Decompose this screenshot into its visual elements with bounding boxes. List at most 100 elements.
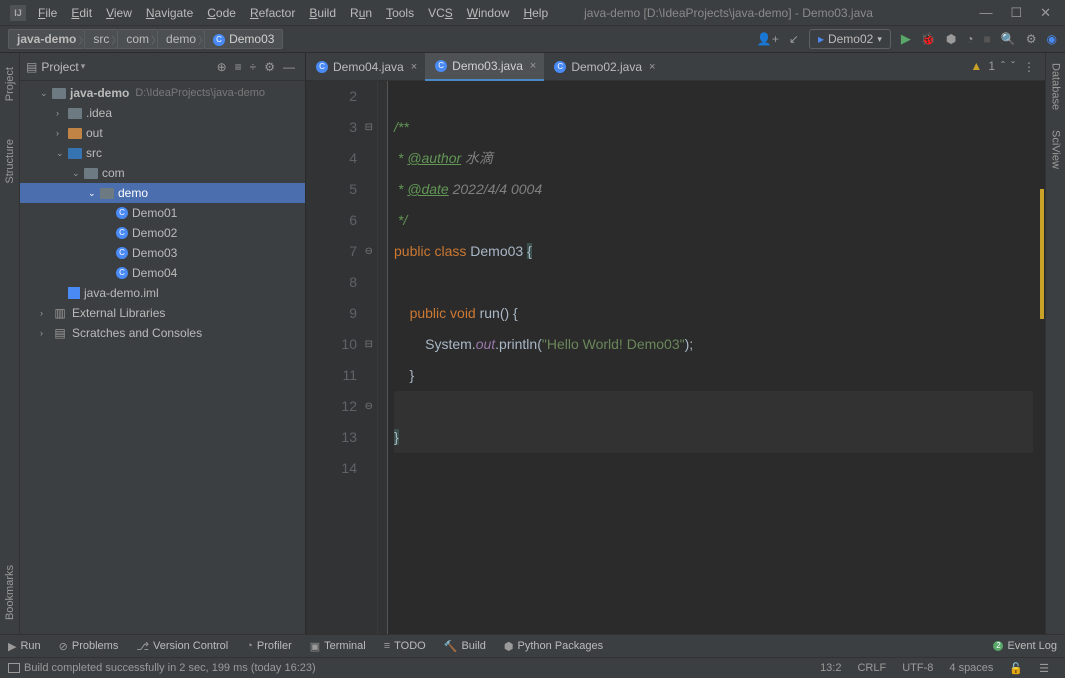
ide-update-icon[interactable]: ◉ [1047, 32, 1057, 46]
tool-problems[interactable]: ⊘Problems [59, 640, 119, 653]
toolwindow-quick-access-icon[interactable] [8, 663, 20, 673]
settings-icon[interactable]: ⚙ [1026, 32, 1037, 46]
tree-demo[interactable]: demo [20, 183, 305, 203]
close-button[interactable]: ✕ [1040, 5, 1051, 21]
menu-code[interactable]: Code [201, 4, 242, 22]
fold-handle-icon[interactable]: ⊟ [365, 329, 373, 360]
editor-tabs: CDemo04.java× CDemo03.java× CDemo02.java… [306, 53, 1045, 81]
profile-button[interactable]: ◔ [966, 32, 973, 46]
menu-help[interactable]: Help [517, 4, 554, 22]
tool-todo[interactable]: ≡TODO [384, 640, 426, 652]
breadcrumb-com[interactable]: com [117, 29, 158, 49]
tool-eventlog[interactable]: 2Event Log [993, 640, 1057, 652]
fold-handle-icon[interactable]: ⊟ [365, 112, 373, 143]
tabs-more-icon[interactable]: ⋮ [1013, 60, 1045, 74]
menu-view[interactable]: View [100, 4, 138, 22]
menu-navigate[interactable]: Navigate [140, 4, 199, 22]
add-user-icon[interactable]: 👤+ [757, 32, 779, 46]
breadcrumb-src[interactable]: src [84, 29, 118, 49]
chevron-down-icon: ▾ [877, 34, 882, 45]
menu-file[interactable]: File [32, 4, 63, 22]
close-tab-icon[interactable]: × [649, 61, 655, 73]
prev-highlight-icon[interactable]: ˆ [1001, 59, 1005, 73]
close-tab-icon[interactable]: × [530, 60, 536, 72]
editor-area: CDemo04.java× CDemo03.java× CDemo02.java… [306, 53, 1045, 634]
tool-build[interactable]: 🔨Build [444, 640, 486, 653]
line-separator[interactable]: CRLF [849, 662, 894, 674]
menu-tools[interactable]: Tools [380, 4, 420, 22]
menu-vcs[interactable]: VCS [422, 4, 459, 22]
sidebar-structure-tab[interactable]: Structure [3, 135, 17, 188]
collapse-all-icon[interactable]: ÷ [250, 60, 257, 74]
scratch-icon [52, 326, 68, 340]
menu-build[interactable]: Build [303, 4, 342, 22]
maximize-button[interactable]: ☐ [1010, 5, 1022, 21]
tree-com[interactable]: com [20, 163, 305, 183]
tree-root[interactable]: java-demoD:\IdeaProjects\java-demo [20, 83, 305, 103]
tree-file-demo04[interactable]: CDemo04 [20, 263, 305, 283]
minimize-button[interactable]: — [979, 5, 992, 21]
tool-vcs[interactable]: ⎇Version Control [136, 640, 228, 653]
tree-src[interactable]: src [20, 143, 305, 163]
sidebar-project-tab[interactable]: Project [3, 63, 17, 105]
editor-inspections[interactable]: ▲ 1 ˆ ˇ [970, 59, 1015, 73]
class-icon: C [116, 207, 128, 219]
hide-panel-icon[interactable]: — [283, 60, 295, 74]
tree-file-demo01[interactable]: CDemo01 [20, 203, 305, 223]
readonly-lock-icon[interactable]: 🔓 [1001, 662, 1031, 675]
project-tree[interactable]: java-demoD:\IdeaProjects\java-demo .idea… [20, 81, 305, 634]
coverage-button[interactable]: ⬢ [946, 32, 956, 46]
sidebar-database-tab[interactable]: Database [1049, 59, 1063, 114]
tool-profiler[interactable]: ◔Profiler [246, 640, 292, 652]
warning-marker[interactable] [1040, 189, 1044, 319]
tree-idea[interactable]: .idea [20, 103, 305, 123]
expand-all-icon[interactable]: ≡ [235, 60, 242, 74]
debug-button[interactable]: 🐞 [921, 32, 936, 46]
menu-refactor[interactable]: Refactor [244, 4, 301, 22]
ide-status-icon[interactable]: ☰ [1031, 662, 1057, 675]
breadcrumb-class[interactable]: CDemo03 [204, 29, 283, 49]
tab-demo04[interactable]: CDemo04.java× [306, 53, 425, 81]
code-content[interactable]: /** * @author 水滴 * @date 2022/4/4 0004 *… [388, 81, 1045, 634]
breadcrumb-project[interactable]: java-demo [8, 29, 85, 49]
tool-run[interactable]: ▶Run [8, 640, 41, 653]
tab-demo03[interactable]: CDemo03.java× [425, 53, 544, 81]
fold-handle-icon[interactable]: ⊖ [365, 236, 373, 267]
next-highlight-icon[interactable]: ˇ [1011, 59, 1015, 73]
run-config-selector[interactable]: ▸ Demo02 ▾ [809, 29, 891, 49]
sidebar-sciview-tab[interactable]: SciView [1049, 126, 1063, 173]
status-message: Build completed successfully in 2 sec, 1… [24, 662, 812, 674]
menu-run[interactable]: Run [344, 4, 378, 22]
package-icon [84, 168, 98, 179]
back-arrow-icon[interactable]: ↙ [789, 32, 799, 46]
line-gutter[interactable]: 2 3 4 5 6 7 8 9 10 11 12 13 14 ⊟ ⊖ ⊟ ⊖ [306, 81, 378, 634]
tree-external-libs[interactable]: External Libraries [20, 303, 305, 323]
tree-file-demo02[interactable]: CDemo02 [20, 223, 305, 243]
search-everywhere-icon[interactable]: 🔍 [1001, 32, 1016, 46]
tool-python[interactable]: ⬢Python Packages [504, 640, 603, 653]
breadcrumb-demo[interactable]: demo [157, 29, 205, 49]
tab-demo02[interactable]: CDemo02.java× [544, 53, 663, 81]
tree-scratches[interactable]: Scratches and Consoles [20, 323, 305, 343]
caret-position[interactable]: 13:2 [812, 662, 849, 674]
menu-window[interactable]: Window [461, 4, 516, 22]
tool-terminal[interactable]: ▣Terminal [310, 640, 366, 653]
close-tab-icon[interactable]: × [411, 61, 417, 73]
tree-iml[interactable]: java-demo.iml [20, 283, 305, 303]
error-stripe[interactable] [1033, 109, 1045, 634]
fold-handle-icon[interactable]: ⊖ [365, 391, 373, 422]
menu-edit[interactable]: Edit [65, 4, 98, 22]
select-opened-file-icon[interactable]: ⊕ [217, 60, 227, 74]
file-encoding[interactable]: UTF-8 [894, 662, 941, 674]
run-button[interactable]: ▶ [901, 31, 911, 47]
tree-out[interactable]: out [20, 123, 305, 143]
project-view-dropdown[interactable]: ▾ [81, 61, 86, 72]
project-settings-icon[interactable]: ⚙ [264, 60, 275, 74]
sidebar-bookmarks-tab[interactable]: Bookmarks [3, 561, 17, 624]
tree-file-demo03[interactable]: CDemo03 [20, 243, 305, 263]
code-editor[interactable]: 2 3 4 5 6 7 8 9 10 11 12 13 14 ⊟ ⊖ ⊟ ⊖ [306, 81, 1045, 634]
python-icon: ⬢ [504, 640, 514, 653]
folder-icon [68, 128, 82, 139]
indent-setting[interactable]: 4 spaces [941, 662, 1001, 674]
gutter-separator [378, 81, 388, 634]
